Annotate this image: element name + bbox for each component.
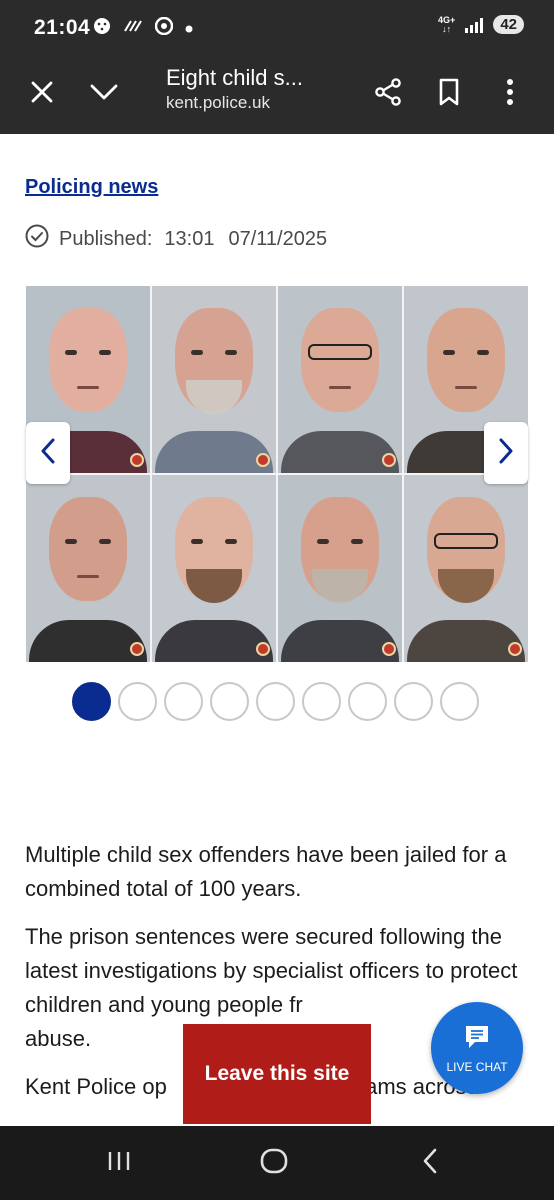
back-icon bbox=[422, 1148, 438, 1179]
carousel-dot[interactable] bbox=[302, 682, 341, 721]
recent-apps-button[interactable] bbox=[99, 1146, 139, 1180]
chevron-left-icon bbox=[40, 438, 56, 469]
carousel-pagination bbox=[72, 682, 479, 721]
carousel-dot[interactable] bbox=[164, 682, 203, 721]
chevron-right-icon bbox=[498, 438, 514, 469]
mugshot-photo bbox=[26, 475, 150, 662]
page-domain: kent.police.uk bbox=[166, 93, 270, 112]
chrome-icon bbox=[154, 16, 174, 41]
live-chat-label: LIVE CHAT bbox=[446, 1059, 508, 1074]
carousel-prev-button[interactable] bbox=[26, 422, 70, 484]
carousel-dot[interactable] bbox=[256, 682, 295, 721]
image-carousel[interactable] bbox=[26, 286, 528, 662]
status-right: 4G+ ↓↑ 42 bbox=[438, 15, 524, 34]
home-icon bbox=[260, 1148, 288, 1179]
published-date: 07/11/2025 bbox=[228, 227, 328, 250]
article-paragraph: Multiple child sex offenders have been j… bbox=[25, 842, 507, 901]
check-circle-icon bbox=[25, 224, 49, 254]
carousel-dot[interactable] bbox=[394, 682, 433, 721]
status-bar: 21:04 4G+ ↓↑ 42 bbox=[0, 0, 554, 56]
home-button[interactable] bbox=[254, 1146, 294, 1180]
carousel-dot[interactable] bbox=[118, 682, 157, 721]
battery-indicator: 42 bbox=[493, 15, 524, 34]
leave-site-button[interactable]: Leave this site bbox=[183, 1024, 371, 1124]
mugshot-photo bbox=[404, 475, 528, 662]
page-title-area[interactable]: Eight child s... kent.police.uk bbox=[166, 64, 356, 114]
system-nav-bar bbox=[0, 1126, 554, 1200]
bookmark-icon[interactable] bbox=[427, 70, 471, 114]
status-time: 21:04 bbox=[34, 16, 91, 39]
paragraph-tail: abuse. bbox=[25, 1026, 92, 1051]
mugshot-photo bbox=[278, 475, 402, 662]
paragraph-text: The prison sentences were secured follow… bbox=[25, 924, 518, 1017]
category-link[interactable]: Policing news bbox=[25, 176, 158, 199]
published-info: Published: 13:01 07/11/2025 bbox=[25, 224, 327, 254]
mugshot-photo bbox=[152, 286, 276, 473]
carousel-next-button[interactable] bbox=[484, 422, 528, 484]
signal-icon bbox=[465, 17, 484, 33]
chevron-down-icon[interactable] bbox=[82, 70, 126, 114]
back-button[interactable] bbox=[410, 1146, 450, 1180]
more-vert-icon[interactable] bbox=[488, 70, 532, 114]
carousel-dot[interactable] bbox=[210, 682, 249, 721]
carousel-dot[interactable] bbox=[440, 682, 479, 721]
page-content: Policing news Published: 13:01 07/11/202… bbox=[0, 134, 554, 1126]
recent-apps-icon bbox=[106, 1150, 132, 1177]
carousel-dot[interactable] bbox=[348, 682, 387, 721]
paragraph-text: Kent Police op bbox=[25, 1074, 167, 1099]
mugshot-photo bbox=[152, 475, 276, 662]
dot-icon bbox=[185, 19, 193, 39]
carousel-dot[interactable] bbox=[72, 682, 111, 721]
notification-icon bbox=[93, 17, 111, 41]
share-icon[interactable] bbox=[366, 70, 410, 114]
custom-tab-toolbar: Eight child s... kent.police.uk bbox=[0, 56, 554, 134]
published-time: 13:01 bbox=[164, 227, 215, 250]
status-notification-icons bbox=[93, 16, 193, 41]
mugshot-collage bbox=[26, 286, 528, 662]
published-label: Published: bbox=[59, 227, 153, 250]
close-icon[interactable] bbox=[20, 70, 64, 114]
page-title: Eight child s... bbox=[166, 65, 303, 90]
wifi-calling-icon bbox=[123, 19, 143, 39]
network-indicator: 4G+ ↓↑ bbox=[438, 15, 455, 34]
data-arrows-icon: ↓↑ bbox=[442, 23, 452, 34]
mugshot-photo bbox=[278, 286, 402, 473]
live-chat-button[interactable]: LIVE CHAT bbox=[431, 1002, 523, 1094]
chat-icon bbox=[463, 1023, 491, 1056]
